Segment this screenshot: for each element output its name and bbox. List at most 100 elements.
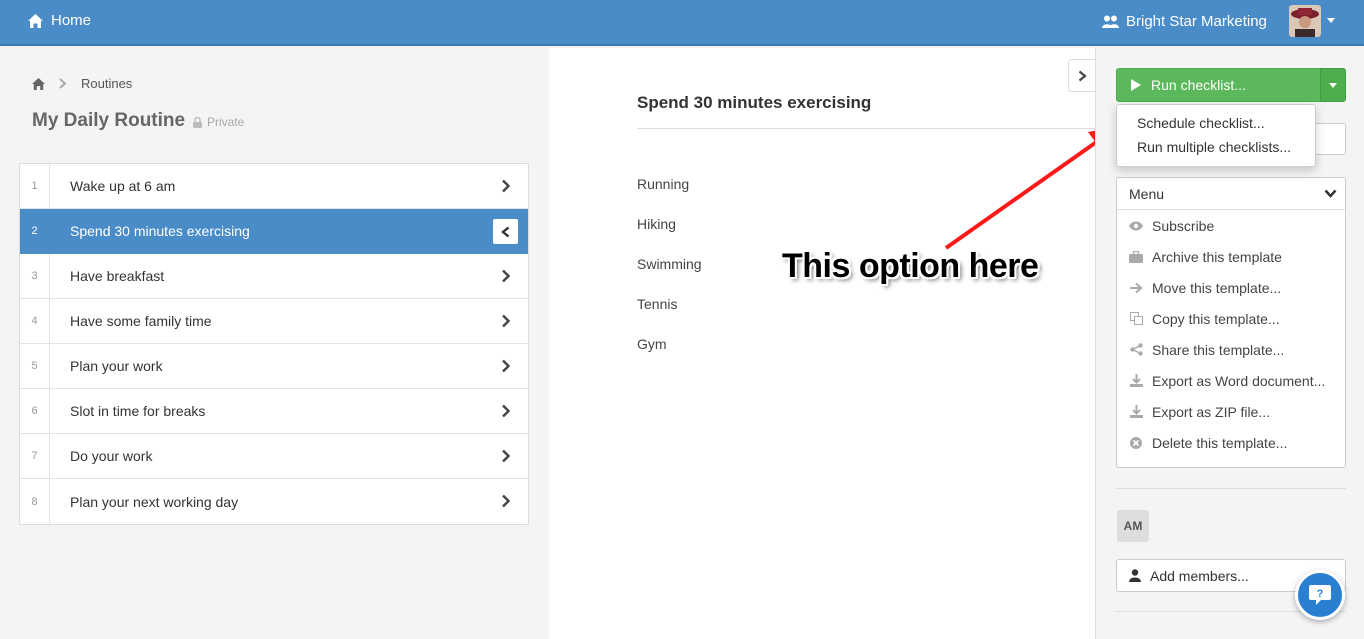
chevron-right-icon[interactable] xyxy=(498,448,514,464)
task-number: 6 xyxy=(20,389,50,433)
menu-item-label: Copy this template... xyxy=(1152,310,1280,327)
menu-item-label: Delete this template... xyxy=(1152,434,1288,451)
menu-item-share[interactable]: Share this template... xyxy=(1117,334,1345,365)
share-icon xyxy=(1129,343,1143,357)
menu-item-export-zip[interactable]: Export as ZIP file... xyxy=(1117,396,1345,427)
user-avatar[interactable] xyxy=(1289,5,1321,37)
users-icon xyxy=(1102,15,1119,28)
chevron-right-icon[interactable] xyxy=(498,493,514,509)
template-menu: Menu Subscribe Archive this template Mov… xyxy=(1116,177,1346,468)
checklist-pane: Routines My Daily Routine Private 1 Wake … xyxy=(0,48,549,639)
task-number: 8 xyxy=(20,479,50,524)
task-label: Have breakfast xyxy=(70,268,165,284)
member-avatar[interactable]: AM xyxy=(1117,510,1149,542)
copy-icon xyxy=(1129,312,1143,326)
task-number: 7 xyxy=(20,434,50,478)
menu-label: Menu xyxy=(1129,185,1165,202)
task-row[interactable]: 8 Plan your next working day xyxy=(20,479,528,524)
task-row[interactable]: 3 Have breakfast xyxy=(20,254,528,299)
chevron-right-icon xyxy=(59,78,67,89)
task-list: 1 Wake up at 6 am 2 Spend 30 minutes exerci… xyxy=(19,163,529,525)
chevron-down-icon xyxy=(1324,189,1337,198)
task-row[interactable]: 6 Slot in time for breaks xyxy=(20,389,528,434)
run-options-toggle[interactable] xyxy=(1320,68,1346,102)
menu-item-label: Move this template... xyxy=(1152,279,1282,296)
task-label: Slot in time for breaks xyxy=(70,403,206,419)
help-chat-button[interactable]: ? xyxy=(1295,570,1345,620)
menu-item-label: Archive this template xyxy=(1152,248,1282,265)
task-number: 3 xyxy=(20,254,50,298)
eye-icon xyxy=(1129,219,1143,233)
org-switcher[interactable]: Bright Star Marketing xyxy=(1102,13,1267,30)
top-navbar: Home Bright Star Marketing xyxy=(0,0,1364,46)
download-icon xyxy=(1129,374,1143,388)
task-row[interactable]: 7 Do your work xyxy=(20,434,528,479)
home-label: Home xyxy=(51,12,92,29)
schedule-checklist-item[interactable]: Schedule checklist... xyxy=(1117,111,1315,135)
task-label: Spend 30 minutes exercising xyxy=(70,223,250,239)
lock-icon xyxy=(193,116,202,128)
task-number: 2 xyxy=(20,209,50,253)
task-label: Do your work xyxy=(70,448,153,464)
right-sidebar: Run checklist... Schedule checklist... R… xyxy=(1095,48,1364,639)
home-link[interactable]: Home xyxy=(28,12,91,29)
menu-item-archive[interactable]: Archive this template xyxy=(1117,241,1345,272)
briefcase-icon xyxy=(1129,250,1143,264)
run-checklist-button[interactable]: Run checklist... xyxy=(1116,68,1321,102)
option-item: Tennis xyxy=(637,296,678,312)
menu-item-label: Export as Word document... xyxy=(1152,372,1326,389)
chevron-right-icon[interactable] xyxy=(498,358,514,374)
page-title: My Daily Routine xyxy=(32,110,186,131)
menu-item-export-word[interactable]: Export as Word document... xyxy=(1117,365,1345,396)
task-row[interactable]: 2 Spend 30 minutes exercising xyxy=(20,209,528,254)
task-label: Plan your next working day xyxy=(70,493,239,510)
menu-item-label: Subscribe xyxy=(1152,217,1215,234)
run-checklist-label: Run checklist... xyxy=(1151,77,1246,93)
task-label: Plan your work xyxy=(70,358,163,374)
option-item: Running xyxy=(637,176,690,192)
chevron-right-icon[interactable] xyxy=(498,178,514,194)
task-row[interactable]: 5 Plan your work xyxy=(20,344,528,389)
option-item: Gym xyxy=(637,336,667,352)
task-label: Wake up at 6 am xyxy=(70,178,176,194)
task-number: 5 xyxy=(20,344,50,388)
breadcrumb-routines[interactable]: Routines xyxy=(81,76,132,91)
menu-item-label: Export as ZIP file... xyxy=(1152,403,1271,420)
visibility-badge: Private xyxy=(193,115,244,129)
help-question-icon: ? xyxy=(1309,585,1331,605)
home-icon[interactable] xyxy=(32,77,45,90)
menu-item-delete[interactable]: Delete this template... xyxy=(1117,427,1345,458)
arrow-right-icon xyxy=(1129,281,1143,295)
user-icon xyxy=(1129,569,1141,582)
task-label: Have some family time xyxy=(70,313,212,329)
org-name: Bright Star Marketing xyxy=(1126,13,1267,30)
task-number: 1 xyxy=(20,164,50,208)
menu-item-label: Share this template... xyxy=(1152,341,1285,358)
divider xyxy=(1116,488,1346,489)
breadcrumb: Routines xyxy=(32,76,132,91)
user-menu-caret-icon[interactable] xyxy=(1327,18,1335,23)
option-item: Hiking xyxy=(637,216,676,232)
delete-circle-icon xyxy=(1129,436,1143,450)
menu-item-subscribe[interactable]: Subscribe xyxy=(1117,210,1345,241)
menu-item-move[interactable]: Move this template... xyxy=(1117,272,1345,303)
chevron-left-icon[interactable] xyxy=(493,219,518,244)
task-number: 4 xyxy=(20,299,50,343)
menu-toggle[interactable]: Menu xyxy=(1117,178,1345,210)
add-members-label: Add members... xyxy=(1150,567,1249,584)
svg-text:?: ? xyxy=(1317,588,1324,600)
annotation-text: This option here xyxy=(782,247,1039,285)
run-multiple-checklists-item[interactable]: Run multiple checklists... xyxy=(1117,135,1315,159)
task-row[interactable]: 1 Wake up at 6 am xyxy=(20,164,528,209)
chevron-right-icon[interactable] xyxy=(498,403,514,419)
chevron-right-icon[interactable] xyxy=(498,268,514,284)
collapse-sidebar-button[interactable] xyxy=(1068,59,1096,92)
task-row[interactable]: 4 Have some family time xyxy=(20,299,528,344)
run-options-dropdown: Schedule checklist... Run multiple check… xyxy=(1116,104,1316,167)
visibility-label: Private xyxy=(207,115,245,129)
chevron-right-icon[interactable] xyxy=(498,313,514,329)
menu-item-copy[interactable]: Copy this template... xyxy=(1117,303,1345,334)
option-item: Swimming xyxy=(637,256,702,272)
download-icon xyxy=(1129,405,1143,419)
play-icon xyxy=(1131,79,1141,91)
